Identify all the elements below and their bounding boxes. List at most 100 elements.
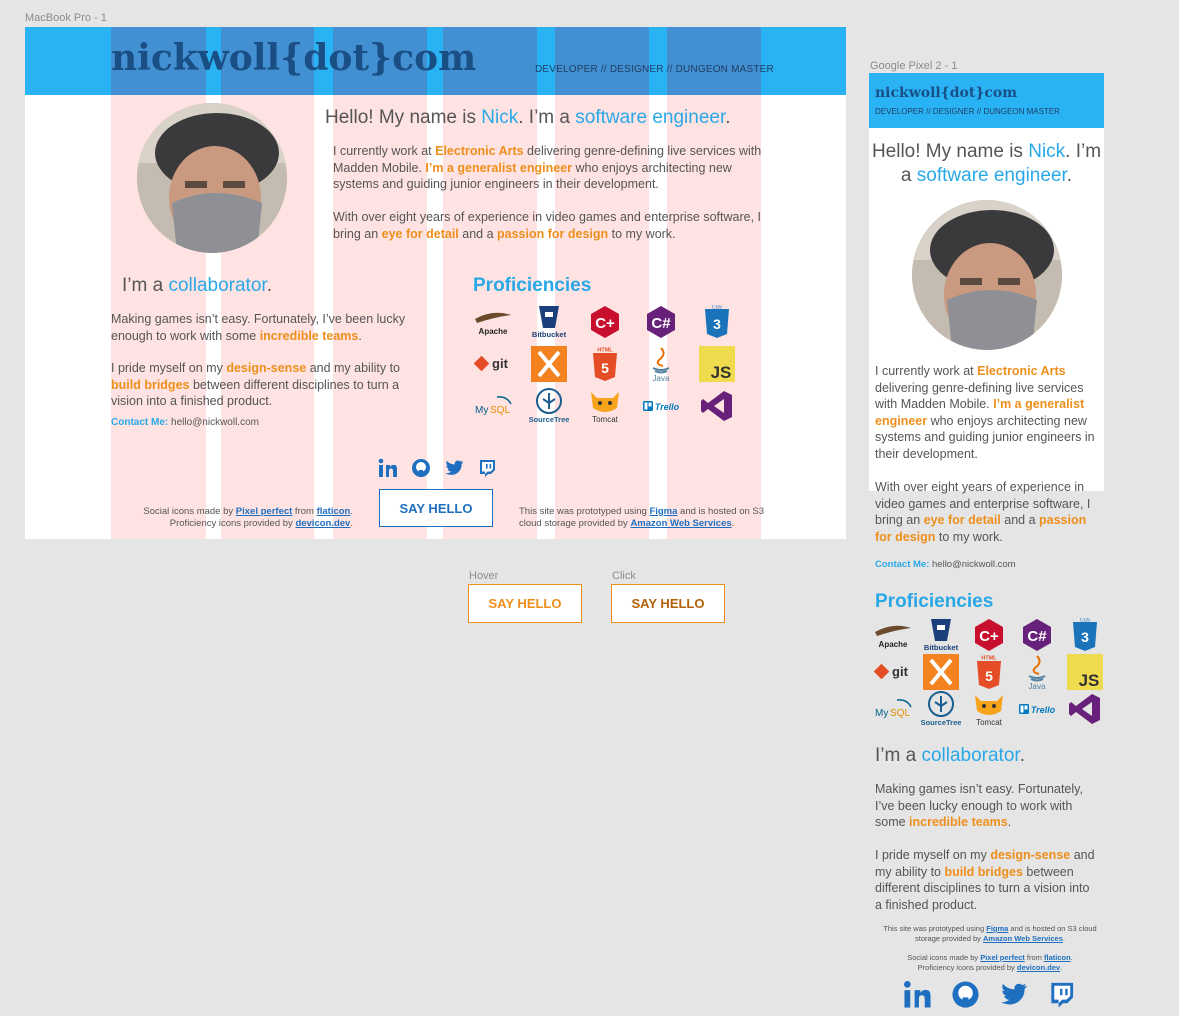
proficiency-icon-css3: CSS 3	[1061, 616, 1109, 653]
collab-paragraph-1: Making games isn’t easy. Fortunately, I’…	[111, 312, 406, 343]
proficiency-icon-trello: Trello	[633, 385, 689, 427]
svg-text:SourceTree: SourceTree	[529, 415, 569, 424]
mobile-contact-email[interactable]: hello@nickwoll.com	[932, 559, 1016, 570]
proficiency-icon-apache: Apache	[465, 301, 521, 343]
mobile-pixel-perfect-link[interactable]: Pixel perfect	[980, 953, 1025, 962]
credits-right: This site was prototyped using Figma and…	[519, 506, 765, 529]
proficiency-icon-c-: C+	[965, 616, 1013, 653]
svg-text:Trello: Trello	[655, 402, 680, 412]
svg-text:Trello: Trello	[1031, 705, 1056, 715]
grid-column	[555, 27, 649, 95]
proficiency-icon-trello: Trello	[1013, 690, 1061, 727]
contact-email[interactable]: hello@nickwoll.com	[171, 417, 259, 428]
mobile-flaticon-link[interactable]: flaticon	[1044, 953, 1071, 962]
twitch-icon[interactable]	[477, 458, 497, 478]
hover-caption: Hover	[469, 570, 499, 582]
figma-link[interactable]: Figma	[649, 506, 677, 517]
proficiency-icon-c-: C#	[633, 301, 689, 343]
mobile-frame: nickwoll{dot}com DEVELOPER // DESIGNER /…	[869, 73, 1104, 1016]
svg-text:git: git	[492, 356, 509, 371]
mobile-proficiency-grid: Apache Bitbucket C+ C# CSS 3 git HTML 5 Java JS My S…	[869, 616, 1109, 727]
github-icon[interactable]	[411, 458, 431, 478]
work-paragraph-1: I currently work at Electronic Arts deli…	[333, 144, 762, 191]
proficiency-grid: Apache Bitbucket C+ C# CSS 3 git HTML 5 Java JS My S…	[465, 301, 745, 427]
avatar	[137, 103, 287, 253]
mobile-figma-link[interactable]: Figma	[986, 924, 1008, 933]
site-logo[interactable]: nickwoll{dot}com	[111, 37, 476, 79]
desktop-frame: nickwoll{dot}com DEVELOPER // DESIGNER /…	[25, 27, 846, 539]
proficiency-icon-tomcat: Tomcat	[965, 690, 1013, 727]
proficiency-icon-apache: Apache	[869, 616, 917, 653]
svg-text:git: git	[892, 664, 909, 679]
twitter-icon[interactable]	[444, 458, 464, 478]
mobile-site-logo[interactable]: nickwoll{dot}com	[875, 85, 1017, 101]
proficiency-icon-c-: C#	[1013, 616, 1061, 653]
devicon-link[interactable]: devicon.dev	[295, 518, 350, 529]
mobile-site-tagline: DEVELOPER // DESIGNER // DUNGEON MASTER	[875, 107, 1060, 116]
proficiency-icon-html5: HTML 5	[965, 653, 1013, 690]
svg-text:My: My	[475, 405, 488, 416]
proficiency-icon-html5: HTML 5	[577, 343, 633, 385]
svg-text:My: My	[875, 708, 888, 719]
svg-text:CSS: CSS	[712, 305, 723, 311]
collab-paragraph-2: I pride myself on my design-sense and my…	[111, 361, 401, 408]
collab-heading: I’m a collaborator.	[122, 275, 272, 296]
proficiency-icon-xamarin	[521, 343, 577, 385]
svg-text:JS: JS	[711, 363, 732, 382]
svg-text:HTML: HTML	[981, 655, 997, 661]
proficiency-icon-js: JS	[1061, 653, 1109, 690]
svg-text:SourceTree: SourceTree	[921, 718, 961, 727]
svg-text:SQL: SQL	[490, 405, 510, 416]
grid-column	[667, 27, 761, 95]
svg-text:CSS: CSS	[1080, 618, 1091, 624]
proficiency-icon-css3: CSS 3	[689, 301, 745, 343]
svg-text:Apache: Apache	[879, 640, 908, 649]
twitch-icon[interactable]	[1047, 980, 1076, 1009]
mobile-avatar	[912, 200, 1062, 350]
desktop-frame-label: MacBook Pro - 1	[25, 12, 107, 24]
svg-text:Java: Java	[653, 374, 670, 382]
proficiency-icon-bitbucket: Bitbucket	[521, 301, 577, 343]
svg-text:Java: Java	[1029, 682, 1046, 690]
proficiency-icon-mysql: My SQL	[869, 690, 917, 727]
svg-text:C+: C+	[979, 628, 999, 645]
flaticon-link[interactable]: flaticon	[317, 506, 351, 517]
svg-text:C#: C#	[1027, 628, 1047, 645]
proficiency-icon-xamarin	[917, 653, 965, 690]
proficiency-icon-sourcetree: SourceTree	[521, 385, 577, 427]
svg-text:JS: JS	[1079, 671, 1100, 690]
proficiency-icon-visual-studio	[689, 385, 745, 427]
svg-text:Bitbucket: Bitbucket	[532, 330, 567, 339]
svg-text:C#: C#	[651, 315, 671, 332]
aws-link[interactable]: Amazon Web Services	[630, 518, 731, 529]
mobile-credits-site: This site was prototyped using Figma and…	[883, 924, 1097, 943]
mobile-social-row	[903, 980, 1076, 1009]
social-row	[378, 458, 497, 478]
say-hello-button-click[interactable]: SAY HELLO	[611, 584, 725, 623]
mobile-devicon-link[interactable]: devicon.dev	[1017, 963, 1060, 972]
linkedin-icon[interactable]	[903, 980, 932, 1009]
proficiency-icon-tomcat: Tomcat	[577, 385, 633, 427]
mobile-intro-heading: Hello! My name is Nick. I’m a software e…	[871, 141, 1102, 186]
linkedin-icon[interactable]	[378, 458, 398, 478]
svg-text:5: 5	[985, 668, 993, 684]
github-icon[interactable]	[951, 980, 980, 1009]
pixel-perfect-link[interactable]: Pixel perfect	[236, 506, 293, 517]
proficiency-icon-mysql: My SQL	[465, 385, 521, 427]
mobile-collab-paragraph-1: Making games isn’t easy. Fortunately, I’…	[875, 782, 1083, 829]
grid-column	[667, 27, 761, 539]
say-hello-button[interactable]: SAY HELLO	[379, 489, 493, 527]
proficiency-icon-visual-studio	[1061, 690, 1109, 727]
avatar-photo	[912, 200, 1062, 350]
credits-left: Social icons made by Pixel perfect from …	[143, 506, 353, 529]
say-hello-button-hover[interactable]: SAY HELLO	[468, 584, 582, 623]
mobile-collab-paragraph-2: I pride myself on my design-sense and my…	[875, 848, 1095, 912]
svg-text:5: 5	[601, 360, 609, 376]
svg-text:Tomcat: Tomcat	[592, 415, 619, 424]
mobile-aws-link[interactable]: Amazon Web Services	[983, 934, 1063, 943]
proficiency-icon-js: JS	[689, 343, 745, 385]
twitter-icon[interactable]	[999, 980, 1028, 1009]
proficiency-icon-git: git	[869, 653, 917, 690]
proficiency-icon-git: git	[465, 343, 521, 385]
proficiency-icon-java: Java	[633, 343, 689, 385]
